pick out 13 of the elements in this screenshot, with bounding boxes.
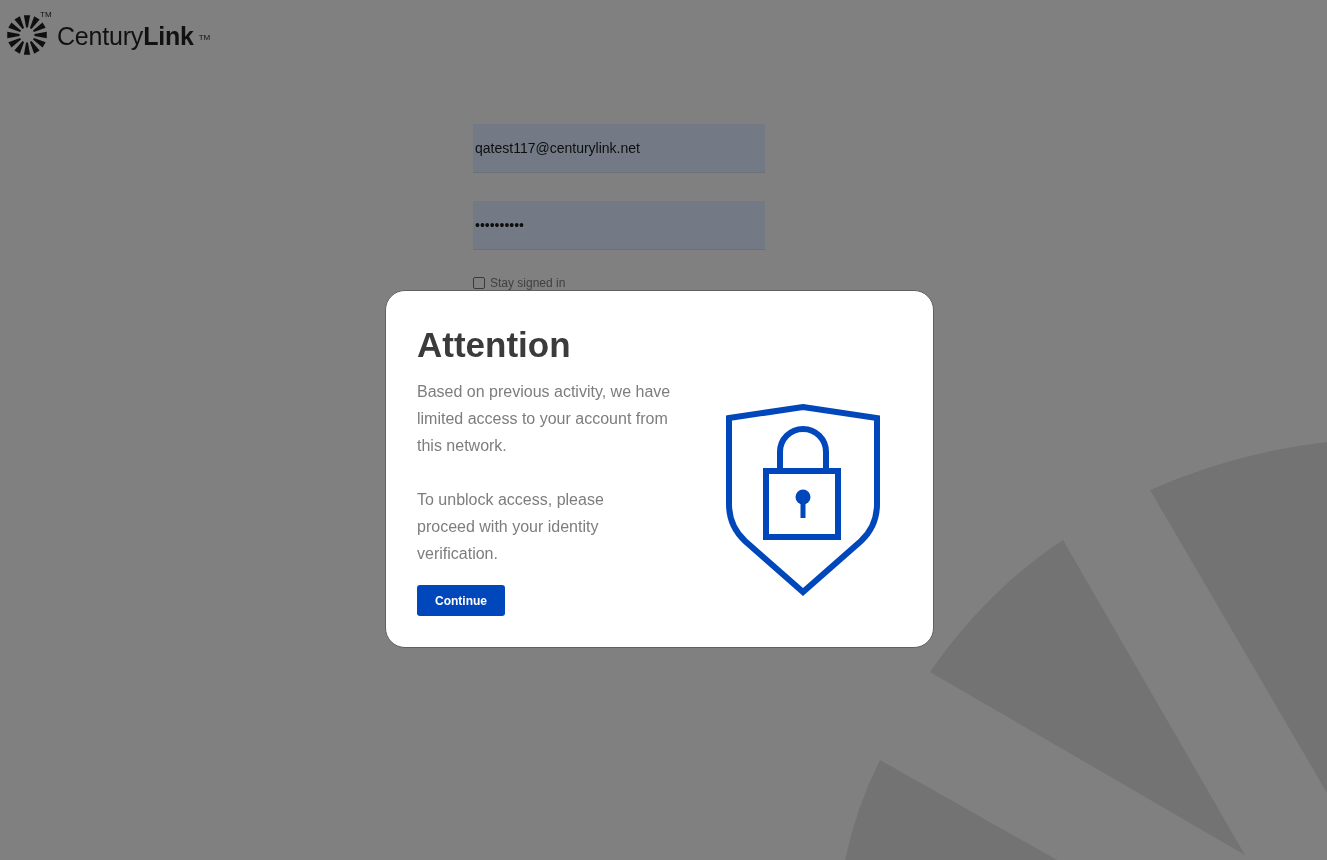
continue-button[interactable]: Continue	[417, 585, 505, 616]
shield-lock-icon	[726, 404, 880, 596]
checkbox-label: Stay signed in	[490, 276, 566, 290]
starburst-logo-icon	[7, 15, 47, 55]
brand-wordmark: CenturyLink	[57, 21, 194, 51]
stay-signed-in-checkbox[interactable]	[473, 277, 485, 289]
dialog-message: Based on previous activity, we have limited access to your account from this network.	[417, 382, 672, 456]
trademark-mark: TM	[198, 33, 211, 42]
password-field[interactable]: ••••••••••	[473, 201, 765, 250]
dialog-title: Attention	[417, 324, 571, 366]
email-field[interactable]: qatest117@centurylink.net	[473, 124, 765, 173]
trademark-mark: TM	[40, 10, 52, 19]
dialog-message: To unblock access, please proceed with your identity verification.	[417, 490, 605, 564]
